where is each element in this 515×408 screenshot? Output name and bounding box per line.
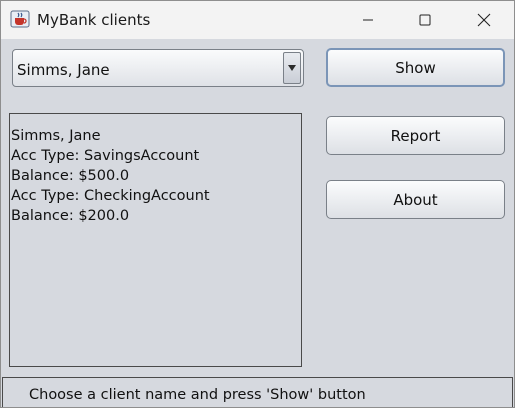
minimize-button[interactable]: [345, 1, 391, 39]
title-bar[interactable]: MyBank clients: [1, 1, 514, 39]
maximize-icon: [419, 14, 431, 26]
about-button[interactable]: About: [326, 180, 505, 219]
client-combobox[interactable]: Simms, Jane: [12, 49, 304, 87]
client-details-textarea[interactable]: Simms, Jane Acc Type: SavingsAccount Bal…: [9, 113, 302, 367]
details-line: Balance: $500.0: [11, 168, 130, 184]
details-line: Acc Type: SavingsAccount: [11, 148, 200, 164]
app-window: MyBank clients Simms, Jane Show Report A…: [0, 0, 515, 408]
close-icon: [477, 13, 491, 27]
details-line: Balance: $200.0: [11, 208, 130, 224]
report-button[interactable]: Report: [326, 116, 505, 155]
minimize-icon: [363, 19, 373, 21]
details-line: Simms, Jane: [11, 128, 101, 144]
window-title: MyBank clients: [37, 11, 151, 29]
status-bar: Choose a client name and press 'Show' bu…: [2, 377, 513, 407]
combobox-dropdown-button[interactable]: [283, 52, 301, 84]
status-text: Choose a client name and press 'Show' bu…: [29, 387, 366, 403]
maximize-button[interactable]: [402, 1, 448, 39]
java-coffee-cup-icon: [10, 9, 30, 29]
client-combobox-value: Simms, Jane: [17, 61, 110, 79]
details-line: Acc Type: CheckingAccount: [11, 188, 210, 204]
triangle-down-icon: [288, 65, 296, 71]
close-button[interactable]: [461, 1, 507, 39]
show-button[interactable]: Show: [326, 48, 505, 87]
